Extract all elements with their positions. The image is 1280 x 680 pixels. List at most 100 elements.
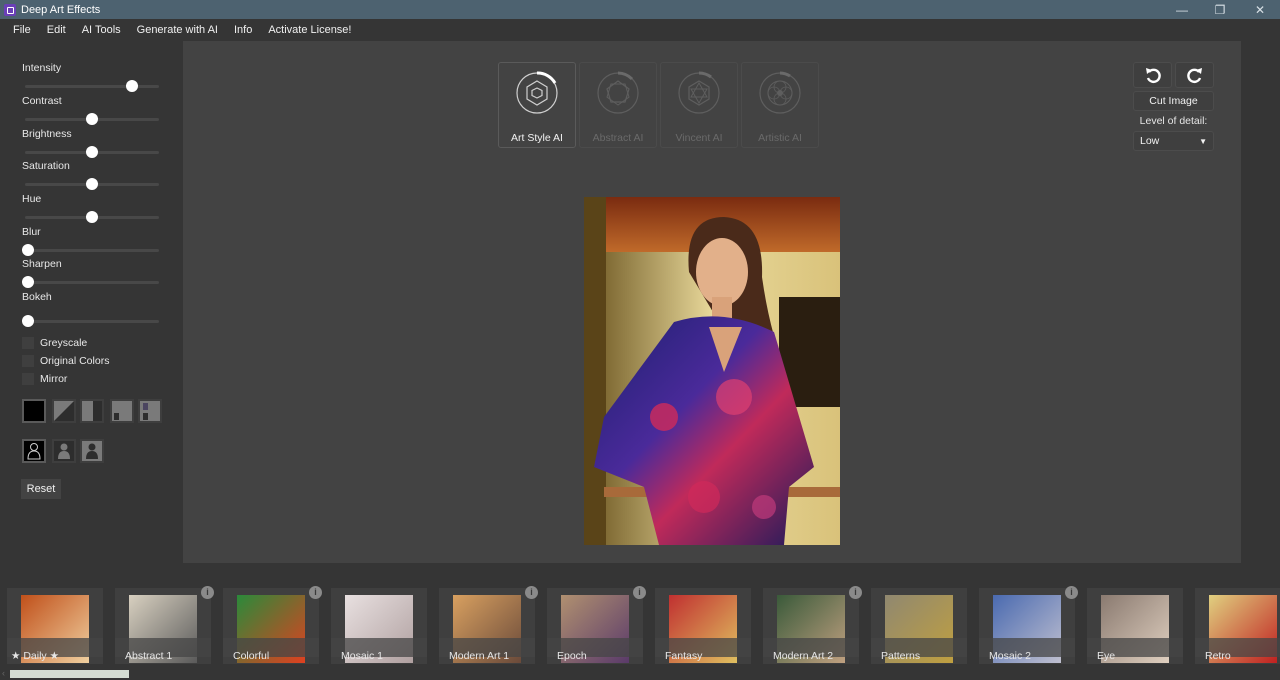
tab-vincent-ai[interactable]: Vincent AI <box>660 62 738 148</box>
minimize-icon: — <box>1176 2 1188 17</box>
tab-art-style-ai[interactable]: Art Style AI <box>498 62 576 148</box>
full-mask-button[interactable] <box>22 399 46 423</box>
slider-thumb[interactable] <box>126 80 139 92</box>
style-tile[interactable]: Colorful i <box>223 586 322 664</box>
style-tile[interactable]: Patterns <box>871 588 967 664</box>
menu-info[interactable]: Info <box>234 24 252 36</box>
corner-mask-button[interactable] <box>110 399 134 423</box>
menu-generate-with-ai[interactable]: Generate with AI <box>137 24 218 36</box>
tab-abstract-ai[interactable]: Abstract AI <box>579 62 657 148</box>
menu-edit[interactable]: Edit <box>47 24 66 36</box>
menu-file[interactable]: File <box>13 24 31 36</box>
level-of-detail-label: Level of detail: <box>1139 115 1208 127</box>
cut-image-button[interactable]: Cut Image <box>1133 91 1214 111</box>
greyscale-checkbox[interactable] <box>22 337 34 349</box>
restore-button[interactable]: ❐ <box>1200 0 1240 19</box>
right-half-mask-icon <box>82 401 102 421</box>
right-half-mask-button[interactable] <box>80 399 104 423</box>
info-icon[interactable]: i <box>525 586 538 599</box>
style-tile[interactable]: ★ Daily ★ <box>7 588 103 664</box>
split-mask-button[interactable] <box>138 399 162 423</box>
style-label: Mosaic 2 <box>989 650 1032 662</box>
info-icon[interactable]: i <box>633 586 646 599</box>
info-icon[interactable]: i <box>849 586 862 599</box>
chevron-down-icon: ▼ <box>1199 136 1207 146</box>
mirror-checkbox[interactable] <box>22 373 34 385</box>
slider-label: Brightness <box>22 128 72 140</box>
gallery-scrollbar[interactable] <box>10 670 129 678</box>
slider-track[interactable] <box>25 178 159 190</box>
slider-bokeh[interactable]: Bokeh <box>22 291 162 327</box>
slider-intensity[interactable]: Intensity <box>22 62 162 92</box>
person-foreground-icon <box>54 441 74 461</box>
tab-artistic-ai[interactable]: Artistic AI <box>741 62 819 148</box>
info-icon[interactable]: i <box>309 586 322 599</box>
person-foreground-button[interactable] <box>52 439 76 463</box>
level-of-detail-select[interactable]: Low ▼ <box>1133 131 1214 151</box>
slider-thumb[interactable] <box>22 315 34 327</box>
slider-thumb[interactable] <box>86 211 98 223</box>
style-tile[interactable]: Eye <box>1087 588 1183 664</box>
slider-track[interactable] <box>25 211 159 223</box>
abstract-ai-icon <box>597 71 639 114</box>
style-gallery: ★ Daily ★ Abstract 1 i Colorful i Mosaic 1 Mod… <box>0 581 1280 680</box>
close-button[interactable]: ✕ <box>1240 0 1280 19</box>
style-tile[interactable]: Mosaic 2 i <box>979 586 1078 664</box>
artistic-ai-label: Artistic AI <box>758 132 802 144</box>
slider-label: Contrast <box>22 95 62 107</box>
original-colors-checkbox[interactable] <box>22 355 34 367</box>
menu-activate-license[interactable]: Activate License! <box>268 24 351 36</box>
slider-saturation[interactable]: Saturation <box>22 160 162 190</box>
style-tile[interactable]: Fantasy <box>655 588 751 664</box>
slider-brightness[interactable]: Brightness <box>22 128 162 158</box>
style-tile[interactable]: Abstract 1 i <box>115 586 214 664</box>
rotate-right-button[interactable] <box>1175 62 1214 88</box>
slider-track[interactable] <box>25 146 159 158</box>
slider-thumb[interactable] <box>86 178 98 190</box>
diagonal-mask-button[interactable] <box>52 399 76 423</box>
title-bar: Deep Art Effects — ❐ ✕ <box>0 0 1280 19</box>
corner-mask-icon <box>112 401 132 421</box>
info-icon[interactable]: i <box>201 586 214 599</box>
slider-track[interactable] <box>22 315 159 327</box>
slider-blur[interactable]: Blur <box>22 226 162 256</box>
original-colors-label: Original Colors <box>40 355 110 367</box>
menu-ai-tools[interactable]: AI Tools <box>82 24 121 36</box>
slider-thumb[interactable] <box>22 244 34 256</box>
slider-hue[interactable]: Hue <box>22 193 162 223</box>
original-colors-checkbox-row[interactable]: Original Colors <box>22 355 109 367</box>
rotate-left-button[interactable] <box>1133 62 1172 88</box>
reset-button[interactable]: Reset <box>21 479 61 499</box>
style-tile[interactable]: Epoch i <box>547 586 646 664</box>
slider-track[interactable] <box>25 113 159 125</box>
menu-bar: File Edit AI Tools Generate with AI Info… <box>0 19 1280 41</box>
abstract-ai-label: Abstract AI <box>592 132 644 144</box>
style-tile[interactable]: Retroi <box>1195 588 1280 664</box>
slider-sharpen[interactable]: Sharpen <box>22 258 162 288</box>
greyscale-checkbox-row[interactable]: Greyscale <box>22 337 87 349</box>
preview-image[interactable] <box>584 197 840 545</box>
person-outline-icon <box>24 441 44 461</box>
greyscale-label: Greyscale <box>40 337 88 349</box>
scroll-left-icon[interactable]: ‹ <box>2 668 5 678</box>
slider-thumb[interactable] <box>86 113 98 125</box>
person-outline-button[interactable] <box>22 439 46 463</box>
slider-label: Blur <box>22 226 41 238</box>
slider-track[interactable] <box>22 244 159 256</box>
art-style-ai-label: Art Style AI <box>511 132 563 144</box>
style-tile[interactable]: Mosaic 1 <box>331 588 427 664</box>
mirror-checkbox-row[interactable]: Mirror <box>22 373 67 385</box>
minimize-button[interactable]: — <box>1162 0 1202 19</box>
diagonal-mask-icon <box>54 401 74 421</box>
slider-contrast[interactable]: Contrast <box>22 95 162 125</box>
slider-track[interactable] <box>25 80 159 92</box>
slider-label: Sharpen <box>22 258 62 270</box>
style-tile[interactable]: Modern Art 1 i <box>439 586 538 664</box>
person-background-button[interactable] <box>80 439 104 463</box>
slider-track[interactable] <box>22 276 159 288</box>
slider-thumb[interactable] <box>22 276 34 288</box>
slider-thumb[interactable] <box>86 146 98 158</box>
info-icon[interactable]: i <box>1065 586 1078 599</box>
style-tile[interactable]: Modern Art 2 i <box>763 586 862 664</box>
style-label: Eye <box>1097 650 1116 662</box>
